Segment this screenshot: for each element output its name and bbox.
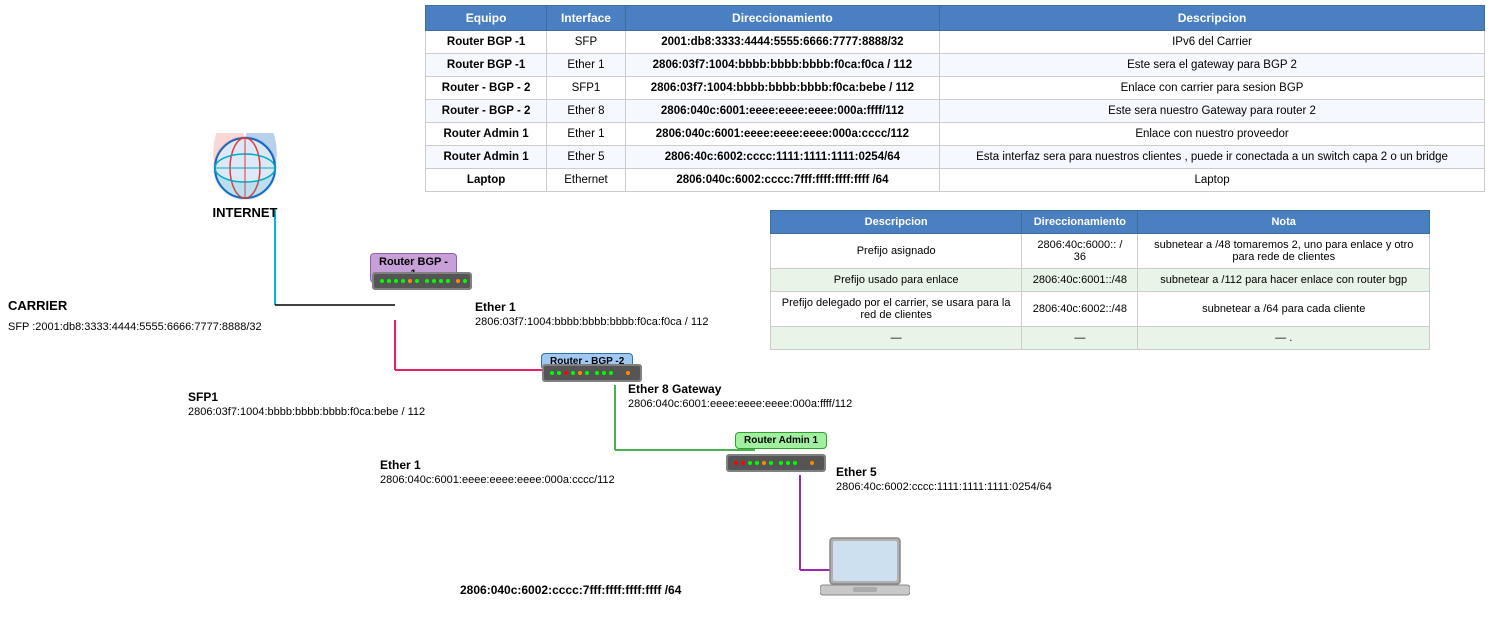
- table-cell-4-0: Router Admin 1: [426, 123, 547, 146]
- laptop-icon: [820, 533, 910, 606]
- sec-table-row: ——— .: [771, 327, 1430, 350]
- table-cell-5-3: Esta interfaz sera para nuestros cliente…: [940, 146, 1485, 169]
- laptop-addr: 2806:040c:6002:cccc:7fff:ffff:ffff:ffff …: [460, 583, 681, 597]
- sec-cell-1-0: Prefijo usado para enlace: [771, 269, 1022, 292]
- router-admin1-label: Router Admin 1: [744, 435, 818, 446]
- table-cell-6-3: Laptop: [940, 169, 1485, 192]
- router-admin1-box: Router Admin 1: [735, 432, 827, 449]
- table-cell-2-0: Router - BGP - 2: [426, 77, 547, 100]
- sec-cell-3-0: —: [771, 327, 1022, 350]
- router-admin1-device: [726, 450, 826, 481]
- table-cell-3-1: Ether 8: [547, 100, 626, 123]
- sec-cell-3-1: —: [1022, 327, 1138, 350]
- bgp1-ether1-label: Ether 1 2806:03f7:1004:bbbb:bbbb:bbbb:f0…: [475, 300, 708, 328]
- admin1-ether5-label: Ether 5 2806:40c:6002:cccc:1111:1111:111…: [836, 465, 1052, 493]
- table-cell-0-1: SFP: [547, 31, 626, 54]
- table-cell-4-2: 2806:040c:6001:eeee:eeee:eeee:000a:cccc/…: [625, 123, 939, 146]
- sec-col-header-nota: Nota: [1138, 211, 1430, 234]
- sec-cell-0-2: subnetear a /48 tomaremos 2, uno para en…: [1138, 234, 1430, 269]
- sec-cell-2-0: Prefijo delegado por el carrier, se usar…: [771, 292, 1022, 327]
- sec-table-row: Prefijo usado para enlace2806:40c:6001::…: [771, 269, 1430, 292]
- table-row: Router - BGP - 2Ether 82806:040c:6001:ee…: [426, 100, 1485, 123]
- admin1-ether1-label: Ether 1 2806:040c:6001:eeee:eeee:eeee:00…: [380, 458, 615, 486]
- table-cell-6-2: 2806:040c:6002:cccc:7fff:ffff:ffff:ffff …: [625, 169, 939, 192]
- sec-cell-3-2: — .: [1138, 327, 1430, 350]
- table-cell-3-2: 2806:040c:6001:eeee:eeee:eeee:000a:ffff/…: [625, 100, 939, 123]
- globe-icon: [205, 133, 285, 203]
- col-header-interface: Interface: [547, 6, 626, 31]
- table-cell-3-3: Este sera nuestro Gateway para router 2: [940, 100, 1485, 123]
- bgp2-ether8-label: Ether 8 Gateway 2806:040c:6001:eeee:eeee…: [628, 382, 852, 410]
- table-row: Router BGP -1SFP2001:db8:3333:4444:5555:…: [426, 31, 1485, 54]
- table-cell-2-1: SFP1: [547, 77, 626, 100]
- table-row: Router BGP -1Ether 12806:03f7:1004:bbbb:…: [426, 54, 1485, 77]
- sec-col-header-descripcion: Descripcion: [771, 211, 1022, 234]
- table-cell-6-0: Laptop: [426, 169, 547, 192]
- table-cell-5-2: 2806:40c:6002:cccc:1111:1111:1111:0254/6…: [625, 146, 939, 169]
- col-header-equipo: Equipo: [426, 6, 547, 31]
- router-bgp1-device: [372, 268, 472, 299]
- sec-col-header-direccionamiento: Direccionamiento: [1022, 211, 1138, 234]
- carrier-sfp: SFP :2001:db8:3333:4444:5555:6666:7777:8…: [8, 321, 262, 333]
- sec-cell-2-2: subnetear a /64 para cada cliente: [1138, 292, 1430, 327]
- carrier-text: CARRIER SFP :2001:db8:3333:4444:5555:666…: [8, 296, 262, 335]
- sec-cell-0-1: 2806:40c:6000:: / 36: [1022, 234, 1138, 269]
- table-cell-1-1: Ether 1: [547, 54, 626, 77]
- internet-globe: INTERNET: [205, 133, 285, 220]
- table-cell-5-0: Router Admin 1: [426, 146, 547, 169]
- table-cell-3-0: Router - BGP - 2: [426, 100, 547, 123]
- table-cell-0-2: 2001:db8:3333:4444:5555:6666:7777:8888/3…: [625, 31, 939, 54]
- table-row: Router Admin 1Ether 12806:040c:6001:eeee…: [426, 123, 1485, 146]
- table-cell-1-2: 2806:03f7:1004:bbbb:bbbb:bbbb:f0ca:f0ca …: [625, 54, 939, 77]
- carrier-label: CARRIER: [8, 298, 67, 313]
- sec-cell-1-2: subnetear a /112 para hacer enlace con r…: [1138, 269, 1430, 292]
- main-table: Equipo Interface Direccionamiento Descri…: [425, 5, 1485, 192]
- sec-table-row: Prefijo delegado por el carrier, se usar…: [771, 292, 1430, 327]
- table-cell-6-1: Ethernet: [547, 169, 626, 192]
- table-row: Router - BGP - 2SFP12806:03f7:1004:bbbb:…: [426, 77, 1485, 100]
- table-cell-0-0: Router BGP -1: [426, 31, 547, 54]
- table-cell-4-3: Enlace con nuestro proveedor: [940, 123, 1485, 146]
- table-cell-2-2: 2806:03f7:1004:bbbb:bbbb:bbbb:f0ca:bebe …: [625, 77, 939, 100]
- table-row: Router Admin 1Ether 52806:40c:6002:cccc:…: [426, 146, 1485, 169]
- table-cell-1-0: Router BGP -1: [426, 54, 547, 77]
- col-header-direccionamiento: Direccionamiento: [625, 6, 939, 31]
- col-header-descripcion: Descripcion: [940, 6, 1485, 31]
- sec-cell-1-1: 2806:40c:6001::/48: [1022, 269, 1138, 292]
- table-cell-0-3: IPv6 del Carrier: [940, 31, 1485, 54]
- bgp2-sfp1-label: SFP1 2806:03f7:1004:bbbb:bbbb:bbbb:f0ca:…: [188, 390, 425, 418]
- secondary-table: Descripcion Direccionamiento Nota Prefij…: [770, 210, 1430, 350]
- router-bgp2-device: [542, 360, 642, 391]
- table-cell-2-3: Enlace con carrier para sesion BGP: [940, 77, 1485, 100]
- sec-table-row: Prefijo asignado2806:40c:6000:: / 36subn…: [771, 234, 1430, 269]
- table-cell-1-3: Este sera el gateway para BGP 2: [940, 54, 1485, 77]
- table-cell-4-1: Ether 1: [547, 123, 626, 146]
- internet-label: INTERNET: [205, 205, 285, 220]
- sec-cell-0-0: Prefijo asignado: [771, 234, 1022, 269]
- table-cell-5-1: Ether 5: [547, 146, 626, 169]
- table-row: LaptopEthernet2806:040c:6002:cccc:7fff:f…: [426, 169, 1485, 192]
- sec-cell-2-1: 2806:40c:6002::/48: [1022, 292, 1138, 327]
